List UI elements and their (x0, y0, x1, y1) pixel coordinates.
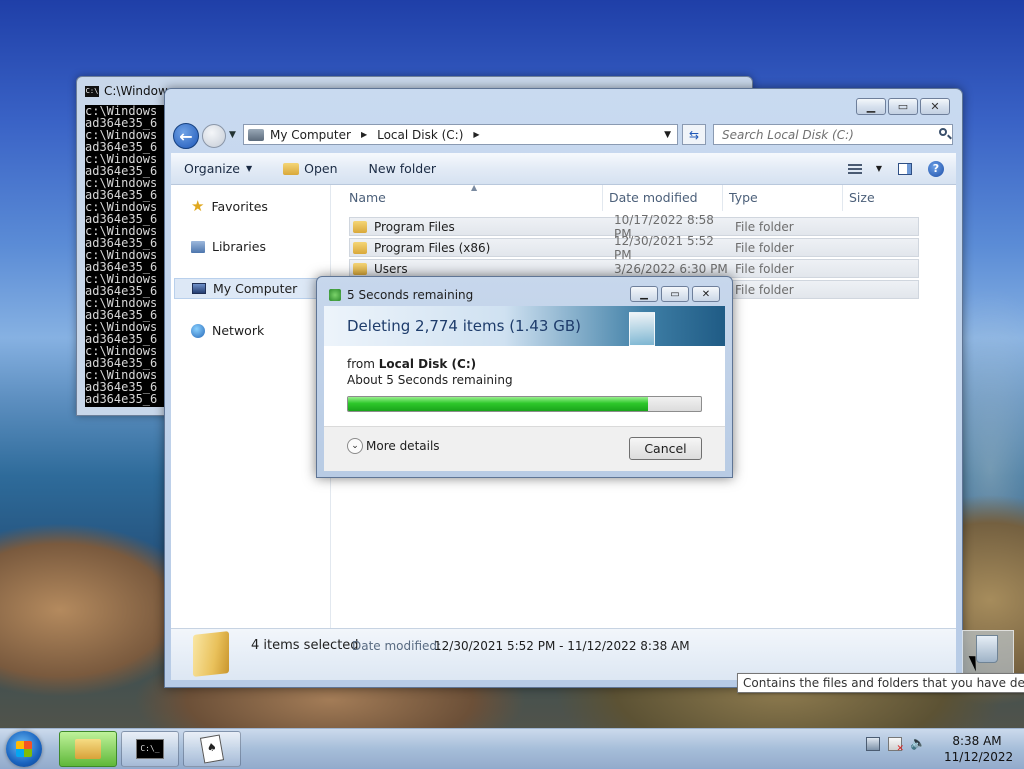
help-icon[interactable]: ? (928, 160, 944, 177)
star-icon: ★ (191, 197, 205, 215)
search-icon[interactable] (939, 128, 947, 136)
computer-icon (192, 283, 206, 294)
command-prompt-icon: C:\_ (136, 739, 164, 759)
folder-icon (353, 262, 367, 275)
preview-pane-icon[interactable] (898, 162, 912, 175)
action-center-icon[interactable] (888, 737, 904, 754)
minimize-button[interactable]: ▁ (856, 98, 886, 115)
time-remaining-text: About 5 Seconds remaining (347, 373, 513, 387)
change-view-button[interactable]: ▼ (847, 163, 882, 174)
dialog-heading: Deleting 2,774 items (1.43 GB) (347, 317, 581, 335)
nav-item-favorites[interactable]: ★ Favorites (191, 197, 268, 215)
folder-icon (283, 162, 300, 175)
cancel-button[interactable]: Cancel (629, 437, 702, 460)
taskbar-solitaire-button[interactable]: ♠ (183, 731, 241, 767)
dialog-title: 5 Seconds remaining (347, 288, 474, 302)
open-button[interactable]: Open (283, 161, 338, 176)
delete-progress-dialog[interactable]: 5 Seconds remaining ▁ ▭ ✕ Deleting 2,774… (316, 276, 733, 478)
volume-icon[interactable]: 🔈 (910, 737, 926, 751)
delete-source: from Local Disk (C:) (347, 357, 477, 371)
date-modified-label: Date modified: (352, 639, 442, 653)
view-list-icon (847, 163, 862, 174)
console-title-bar[interactable]: C:\ C:\Window (85, 84, 168, 98)
close-button[interactable]: ✕ (920, 98, 950, 115)
more-details-button[interactable]: ⌄ More details (347, 438, 440, 454)
address-bar[interactable]: My Computer ▶ Local Disk (C:) ▶ ▼ (243, 124, 678, 145)
nav-item-network[interactable]: Network (191, 323, 264, 338)
drive-icon (248, 128, 264, 141)
dialog-window-controls: ▁ ▭ ✕ (630, 286, 720, 302)
search-input[interactable]: Search Local Disk (C:) (713, 124, 953, 145)
taskbar: C:\_ ♠ 🔈 8:38 AM 11/12/2022 (0, 728, 1024, 769)
dialog-banner: Deleting 2,774 items (1.43 GB) (324, 306, 725, 346)
selection-folder-icon (193, 631, 229, 677)
dialog-minimize-button[interactable]: ▁ (630, 286, 658, 302)
recycle-bin-tooltip: Contains the files and folders that you … (737, 673, 1024, 693)
organize-button[interactable]: Organize ▼ (184, 161, 252, 176)
chevron-down-icon: ▼ (875, 164, 882, 173)
breadcrumb-local-disk[interactable]: Local Disk (C:) ▶ (377, 128, 479, 142)
refresh-button[interactable]: ⇆ (682, 124, 706, 145)
console-title: C:\Window (104, 84, 168, 98)
nav-item-libraries[interactable]: Libraries (191, 239, 266, 254)
recycle-bin-icon (976, 635, 998, 663)
column-headers: ▲ Name Date modified Type Size (331, 183, 956, 211)
progress-icon (329, 289, 341, 301)
system-clock[interactable]: 8:38 AM 11/12/2022 (944, 733, 1014, 765)
network-icon (191, 323, 205, 338)
chevron-down-icon: ⌄ (347, 438, 363, 454)
folder-icon (353, 220, 367, 233)
dialog-maximize-button[interactable]: ▭ (661, 286, 689, 302)
window-controls: ▁ ▭ ✕ (856, 98, 950, 115)
nav-item-my-computer[interactable]: My Computer (174, 278, 326, 299)
taskbar-explorer-button[interactable] (59, 731, 117, 767)
dialog-close-button[interactable]: ✕ (692, 286, 720, 302)
chevron-right-icon[interactable]: ▶ (473, 130, 479, 139)
navigation-pane: ★ Favorites Libraries My Computer Networ… (171, 185, 331, 628)
column-date-modified[interactable]: Date modified (603, 185, 723, 211)
console-app-icon: C:\ (85, 85, 99, 97)
clock-time: 8:38 AM (952, 734, 1002, 748)
folder-icon (353, 241, 367, 254)
column-name[interactable]: Name (331, 185, 603, 211)
chevron-right-icon[interactable]: ▶ (361, 130, 367, 139)
start-button[interactable] (6, 731, 42, 767)
chevron-down-icon: ▼ (246, 164, 253, 173)
clock-date: 11/12/2022 (944, 750, 1014, 764)
dialog-footer: ⌄ More details Cancel (324, 426, 725, 471)
recycle-bin-animation-icon (629, 312, 655, 346)
column-type[interactable]: Type (723, 185, 843, 211)
libraries-icon (191, 240, 205, 253)
column-size[interactable]: Size (843, 185, 943, 211)
cards-icon: ♠ (199, 734, 225, 764)
sort-ascending-icon: ▲ (471, 183, 478, 192)
recent-pages-dropdown[interactable]: ▼ (229, 130, 236, 140)
system-tray: 🔈 (866, 737, 926, 754)
network-tray-icon[interactable] (866, 737, 880, 751)
taskbar-cmd-button[interactable]: C:\_ (121, 731, 179, 767)
forward-button[interactable] (202, 124, 226, 148)
new-folder-button[interactable]: New folder (369, 161, 437, 176)
date-modified-range: 12/30/2021 5:52 PM - 11/12/2022 8:38 AM (434, 639, 690, 653)
windows-logo-icon (16, 741, 32, 757)
explorer-icon (75, 739, 101, 759)
address-dropdown-icon[interactable]: ▼ (664, 130, 671, 140)
console-output[interactable]: c:\Windows ad364e35_6 c:\Windows ad364e3… (85, 105, 167, 407)
delete-progress-bar (347, 396, 702, 412)
back-button[interactable]: ← (173, 123, 199, 149)
dialog-title-bar[interactable]: 5 Seconds remaining (329, 288, 473, 302)
command-bar: Organize ▼ Open New folder ▼ ? (171, 153, 956, 185)
table-row[interactable]: Program Files (x86) 12/30/2021 5:52 PM F… (349, 234, 919, 262)
maximize-button[interactable]: ▭ (888, 98, 918, 115)
breadcrumb-my-computer[interactable]: My Computer ▶ (270, 128, 367, 142)
progress-fill (348, 397, 649, 411)
dialog-body: Deleting 2,774 items (1.43 GB) from Loca… (324, 306, 725, 471)
selection-count: 4 items selected (251, 638, 359, 653)
